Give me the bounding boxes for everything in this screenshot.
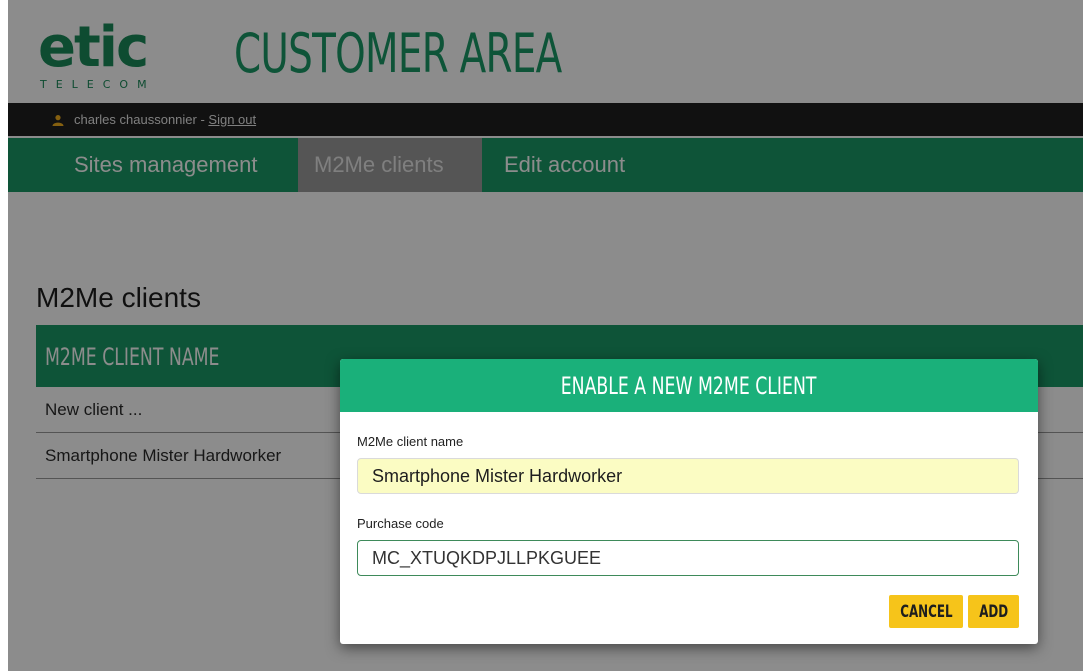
enable-client-dialog: ENABLE A NEW M2ME CLIENT M2Me client nam… [340,359,1038,644]
add-button[interactable]: ADD [968,595,1019,628]
add-button-label: ADD [979,601,1008,622]
dialog-header: ENABLE A NEW M2ME CLIENT [340,359,1038,412]
client-name-input[interactable] [357,458,1019,494]
cancel-button-label: CANCEL [900,601,953,622]
purchase-code-input[interactable] [357,540,1019,576]
left-margin [0,0,8,671]
purchase-code-label: Purchase code [357,516,444,531]
cancel-button[interactable]: CANCEL [889,595,963,628]
dialog-title: ENABLE A NEW M2ME CLIENT [561,372,817,400]
client-name-label: M2Me client name [357,434,464,449]
